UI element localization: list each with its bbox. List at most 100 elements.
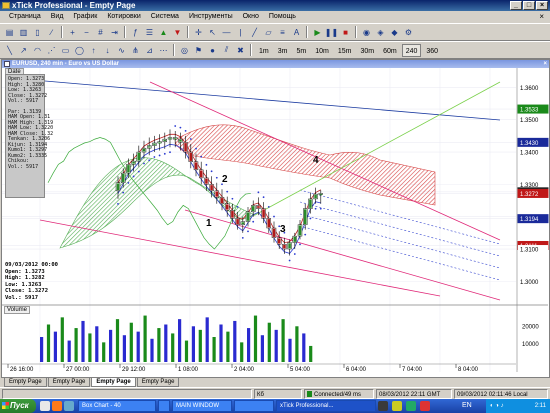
heikin-ashi-body <box>309 199 312 208</box>
projection-line <box>299 225 501 281</box>
heikin-ashi-body <box>246 212 250 221</box>
time-tick-label: 2 04:00 <box>234 367 255 373</box>
price-tick-label: 1.3600 <box>520 86 539 92</box>
volume-label: Volume <box>4 306 31 314</box>
heikin-ashi-body <box>184 143 187 152</box>
time-tick-label: 6 04:00 <box>346 367 367 373</box>
volume-bar <box>295 326 299 362</box>
volume-bar <box>240 342 244 362</box>
volume-bar <box>40 337 44 362</box>
sar-dot <box>200 155 203 158</box>
price-tick-label: 1.3272 <box>520 192 539 198</box>
tray-app-icon[interactable] <box>378 401 388 411</box>
volume-bar <box>46 324 51 362</box>
heikin-ashi-body <box>319 194 322 196</box>
time-tick-label: 29 12:00 <box>122 367 146 373</box>
task-main-window[interactable]: MAIN WINDOW <box>172 400 232 412</box>
time-tick-label: 5 04:00 <box>290 367 311 373</box>
price-tick-label: 1.3430 <box>520 141 539 147</box>
volume-bar <box>253 315 258 362</box>
heikin-ashi-body <box>283 244 286 249</box>
volume-bar <box>102 342 106 362</box>
language-indicator[interactable]: EN <box>462 399 472 413</box>
volume-bar <box>267 322 271 362</box>
volume-bar <box>178 319 182 362</box>
time-tick-label: 27 00:00 <box>66 367 90 373</box>
price-chart[interactable]: 12341.36001.35331.35001.34301.34001.3300… <box>0 0 550 378</box>
sar-dot <box>179 126 182 129</box>
task-button-4[interactable] <box>234 400 274 412</box>
volume-bar <box>212 337 216 362</box>
tray-icons: ◐ ◑ ♪ <box>490 403 504 409</box>
sar-dot <box>262 196 265 199</box>
volume-bar <box>288 338 292 362</box>
tab-page-4[interactable]: Empty Page <box>136 378 180 387</box>
time-tick-label: 1 08:00 <box>178 367 199 373</box>
volume-bar <box>95 326 99 362</box>
volume-bar <box>136 331 140 362</box>
tray-app-icon-3[interactable] <box>406 401 416 411</box>
tab-page-2[interactable]: Empty Page <box>47 378 91 387</box>
sar-dot <box>215 176 218 179</box>
wave-label: 1 <box>206 218 212 229</box>
taskbar: Пуск Box Chart - 40 MAIN WINDOW xTick Pr… <box>0 399 550 413</box>
task-box-chart[interactable]: Box Chart - 40 <box>78 400 156 412</box>
wave-label: 2 <box>222 174 228 185</box>
quicklaunch-browser-icon[interactable] <box>52 401 62 411</box>
heikin-ashi-body <box>262 209 265 218</box>
sar-dot <box>184 129 187 132</box>
sar-dot <box>247 230 249 233</box>
sar-dot <box>127 182 130 184</box>
volume-bar <box>157 328 161 362</box>
tab-page-3[interactable]: Empty Page <box>91 378 136 387</box>
heikin-ashi-body <box>168 138 172 140</box>
task-xtick[interactable]: xTick Professional... <box>276 400 376 412</box>
heikin-ashi-body <box>127 165 130 173</box>
heikin-ashi-body <box>267 219 270 228</box>
tab-page-1[interactable]: Empty Page <box>4 378 47 387</box>
sar-dot <box>189 138 192 140</box>
volume-bar <box>53 331 57 362</box>
channel-upper-line <box>149 81 501 241</box>
volume-bar <box>74 328 78 362</box>
status-main <box>2 389 252 399</box>
task-button-2[interactable] <box>158 400 170 412</box>
sar-dot <box>293 253 296 255</box>
sar-dot <box>267 205 270 208</box>
sar-dot <box>304 233 307 236</box>
tray-app-icon-2[interactable] <box>392 401 402 411</box>
tray-app-icon-4[interactable] <box>420 401 430 411</box>
heikin-ashi-body <box>236 219 239 224</box>
time-tick-label: 8 04:00 <box>458 367 479 373</box>
channel-lower-line <box>184 209 501 301</box>
time-tick-label: 26 16:00 <box>10 367 34 373</box>
heikin-ashi-body <box>163 139 166 141</box>
heikin-ashi-body <box>257 206 260 208</box>
quicklaunch-desktop-icon[interactable] <box>40 401 50 411</box>
heikin-ashi-body <box>210 185 213 191</box>
heikin-ashi-body <box>194 162 198 170</box>
volume-bar <box>198 329 202 362</box>
quicklaunch-explorer-icon[interactable] <box>64 401 74 411</box>
heikin-ashi-body <box>158 142 161 144</box>
price-tick-label: 1.3400 <box>520 151 539 157</box>
sar-dot <box>122 191 125 194</box>
heikin-ashi-body <box>174 138 177 140</box>
status-bar: Кб Connected/49 ms 08/03/2012 22:11 GMT … <box>0 387 550 399</box>
volume-bar <box>60 317 64 362</box>
volume-tick-label: 20000 <box>522 324 539 330</box>
heikin-ashi-body <box>252 206 255 212</box>
ohlc-volume: Vol.: 5917 <box>5 294 39 301</box>
sar-dot <box>163 152 166 155</box>
sar-dot <box>252 220 255 223</box>
time-tick-label: 7 04:00 <box>402 367 423 373</box>
start-button[interactable]: Пуск <box>0 399 36 413</box>
heikin-ashi-body <box>137 152 140 161</box>
sar-dot <box>288 259 291 262</box>
heikin-ashi-body <box>314 194 317 199</box>
volume-bar <box>226 331 230 362</box>
databox-line: Vol.: 5917 <box>8 98 39 104</box>
sar-dot <box>137 170 140 173</box>
ohlc-date: 09/03/2012 00:00 <box>5 262 58 268</box>
heikin-ashi-body <box>148 146 151 148</box>
